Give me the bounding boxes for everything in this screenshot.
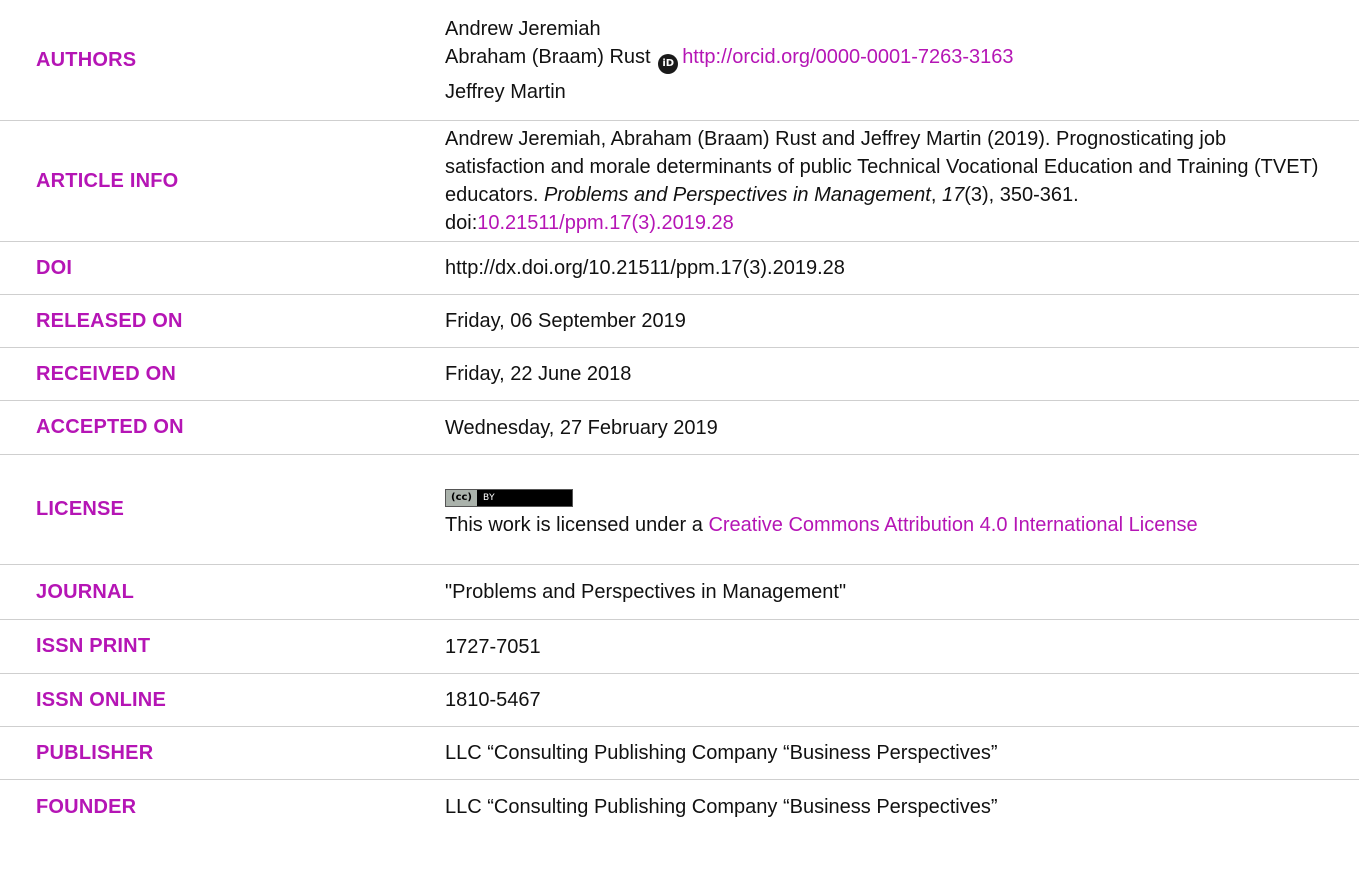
label-authors: AUTHORS <box>36 48 137 71</box>
label-license: LICENSE <box>36 498 125 520</box>
row-issn-online: ISSN ONLINE 1810-5467 <box>0 674 1359 727</box>
row-received-on: RECEIVED ON Friday, 22 June 2018 <box>0 348 1359 401</box>
row-issn-print: ISSN PRINT 1727-7051 <box>0 620 1359 674</box>
author-name-1: Andrew Jeremiah <box>445 17 601 40</box>
citation-doi-link[interactable]: 10.21511/ppm.17(3).2019.28 <box>477 212 734 234</box>
label-issn-print: ISSN PRINT <box>36 635 151 657</box>
author-name-3: Jeffrey Martin <box>445 80 566 103</box>
row-license: LICENSE (cc) BY This work is licensed und… <box>0 455 1359 565</box>
citation-volume: 17 <box>941 184 965 206</box>
row-article-info: ARTICLE INFO Andrew Jeremiah, Abraham (B… <box>0 121 1359 242</box>
row-authors: AUTHORS Andrew Jeremiah Abraham (Braam) … <box>0 0 1359 121</box>
orcid-link[interactable]: http://orcid.org/0000-0001-7263-3163 <box>682 46 1013 68</box>
author-line-2: Abraham (Braam) Rust iD http://orcid.org/… <box>445 43 1329 74</box>
value-received-on: Friday, 22 June 2018 <box>445 363 632 385</box>
value-issn-print: 1727-7051 <box>445 635 541 658</box>
label-doi: DOI <box>36 256 73 279</box>
cc-by-badge-icon[interactable]: (cc) BY <box>445 489 573 507</box>
value-journal: "Problems and Perspectives in Management… <box>445 581 847 603</box>
license-text: This work is licensed under a <box>445 514 709 536</box>
row-doi: DOI http://dx.doi.org/10.21511/ppm.17(3)… <box>0 242 1359 295</box>
value-released-on: Friday, 06 September 2019 <box>445 310 686 332</box>
value-founder: LLC “Consulting Publishing Company “Busi… <box>445 796 998 818</box>
license-link[interactable]: Creative Commons Attribution 4.0 Interna… <box>708 514 1197 536</box>
value-license: (cc) BY This work is licensed under a Cre… <box>445 480 1359 539</box>
license-text-line: This work is licensed under a Creative C… <box>445 511 1329 539</box>
author-name-2: Abraham (Braam) Rust <box>445 45 651 68</box>
label-journal: JOURNAL <box>36 580 135 603</box>
row-publisher: PUBLISHER LLC “Consulting Publishing Com… <box>0 727 1359 780</box>
label-founder: FOUNDER <box>36 795 137 818</box>
label-issn-online: ISSN ONLINE <box>36 688 166 711</box>
by-label: BY <box>483 493 496 503</box>
value-accepted-on: Wednesday, 27 February 2019 <box>445 416 718 439</box>
label-publisher: PUBLISHER <box>36 741 154 764</box>
article-metadata-table: AUTHORS Andrew Jeremiah Abraham (Braam) … <box>0 0 1359 834</box>
orcid-icon[interactable]: iD <box>658 53 679 74</box>
cc-logo-icon: (cc) <box>446 490 477 506</box>
value-publisher: LLC “Consulting Publishing Company “Busi… <box>445 742 998 764</box>
label-released-on: RELEASED ON <box>36 309 183 332</box>
value-doi: http://dx.doi.org/10.21511/ppm.17(3).201… <box>445 257 845 279</box>
row-founder: FOUNDER LLC “Consulting Publishing Compa… <box>0 780 1359 834</box>
citation-sep: , <box>930 184 942 206</box>
value-issn-online: 1810-5467 <box>445 689 541 711</box>
label-accepted-on: ACCEPTED ON <box>36 416 184 438</box>
citation-journal: Problems and Perspectives in Management <box>543 184 931 206</box>
row-accepted-on: ACCEPTED ON Wednesday, 27 February 2019 <box>0 401 1359 455</box>
label-received-on: RECEIVED ON <box>36 362 177 385</box>
label-article-info: ARTICLE INFO <box>36 169 179 192</box>
value-article-info: Andrew Jeremiah, Abraham (Braam) Rust an… <box>445 125 1359 237</box>
value-authors: Andrew Jeremiah Abraham (Braam) Rust iD h… <box>445 15 1359 106</box>
row-released-on: RELEASED ON Friday, 06 September 2019 <box>0 295 1359 348</box>
row-journal: JOURNAL "Problems and Perspectives in Ma… <box>0 565 1359 620</box>
